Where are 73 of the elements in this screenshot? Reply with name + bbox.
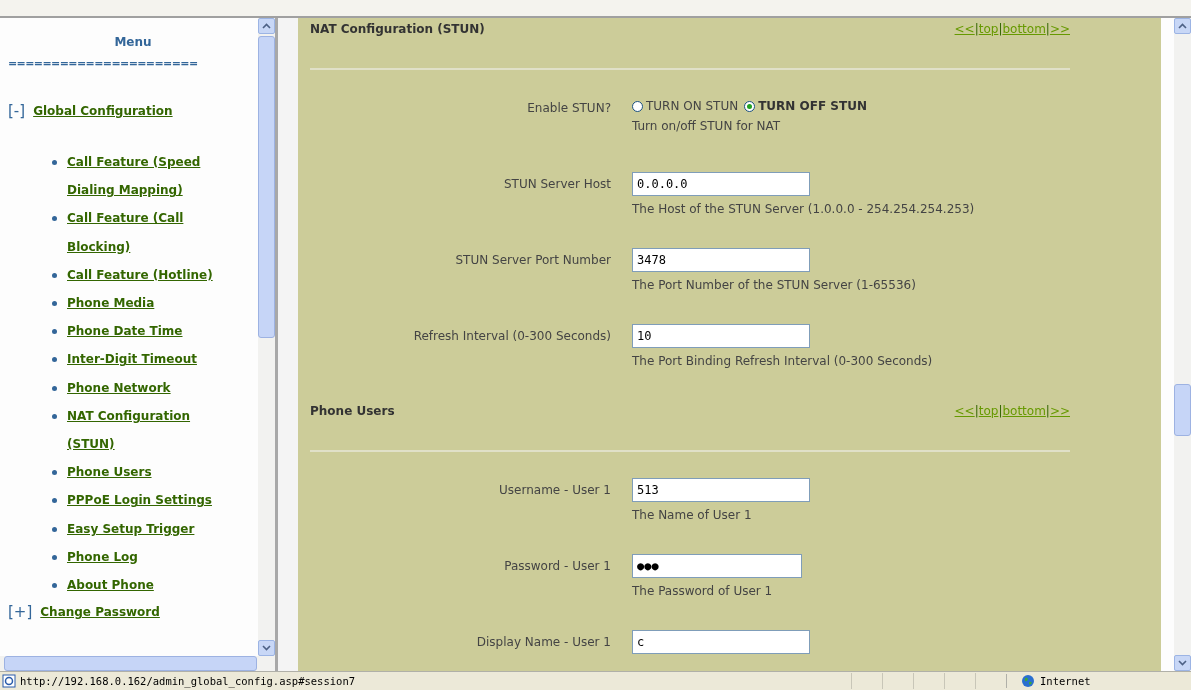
field-help: The Port Binding Refresh Interval (0-300 Seconds) [632,354,934,368]
bullet-icon [52,526,57,532]
field-label: Username - User 1 [498,482,611,499]
menu-link[interactable]: Call Feature (Speed Dialing Mapping) [67,148,227,205]
bullet-icon [52,329,57,335]
bullet-icon [52,216,57,222]
bullet-icon [52,357,57,363]
bullet-icon [52,272,57,278]
toggle-bracket[interactable]: [+] [8,603,33,622]
menu-link[interactable]: Easy Setup Trigger [67,514,227,543]
text-field[interactable]: 513 [632,478,810,502]
bullet-icon [52,498,57,504]
menu-link[interactable]: PPPoE Login Settings [67,486,227,515]
field-help: Turn on/off STUN for NAT [632,119,782,133]
text-field[interactable]: 3478 [632,248,810,272]
menu-link[interactable]: Phone Log [67,542,227,572]
text-field[interactable]: 0.0.0.0 [632,172,810,196]
menu-link[interactable]: Phone Media [67,289,227,318]
toggle-bracket[interactable]: [-] [8,102,26,120]
field-label: STUN Server Host [503,176,611,193]
scroll-down-icon[interactable] [262,645,271,651]
nav-separator: | [974,404,979,418]
status-url: http://192.168.0.162/admin_global_config.asp#session7 [20,675,356,687]
section-title: NAT Configuration (STUN) [310,22,485,36]
menu-divider: ====================== [8,57,199,70]
field-label: Password - User 1 [503,558,611,575]
scroll-up-icon[interactable] [1178,23,1187,29]
radio-option[interactable]: TURN OFF STUN [744,99,867,113]
field-label: Refresh Interval (0-300 Seconds) [412,328,611,345]
scroll-up-icon[interactable] [262,23,271,29]
field-help: The Port Number of the STUN Server (1-65536) [632,278,917,292]
page-icon [2,674,16,688]
nav-separator: | [974,22,979,36]
section-title: Phone Users [310,404,395,418]
field-label: STUN Server Port Number [454,252,611,269]
nav-separator: | [998,22,1003,36]
menu-link[interactable]: Inter-Digit Timeout [67,345,227,374]
menu-link[interactable]: Call Feature (Call Blocking) [67,204,227,261]
menu-link[interactable]: Call Feature (Hotline) [67,260,227,289]
bullet-icon [52,470,57,476]
field-help: The Name of User 1 [632,508,753,522]
bullet-icon [52,301,57,306]
nav-separator: | [998,404,1003,418]
menu-link[interactable]: Phone Date Time [67,317,227,346]
text-field[interactable]: c [632,630,810,654]
bullet-icon [52,160,57,165]
menu-link[interactable]: Phone Network [67,373,227,402]
text-field[interactable]: 10 [632,324,810,348]
status-zone: Internet [1040,675,1091,687]
vertical-scrollbar[interactable] [1174,18,1191,671]
menu-section-link[interactable]: Change Password [40,605,160,620]
password-field[interactable]: ●●● [632,554,802,578]
menu-link[interactable]: About Phone [67,571,227,600]
bullet-icon [52,385,57,391]
field-label: Enable STUN? [526,100,611,117]
globe-icon [1021,674,1035,688]
field-help: The Password of User 1 [632,584,774,598]
menu-link[interactable]: NAT Configuration (STUN) [67,401,227,459]
bullet-icon [52,413,57,419]
field-help: The Host of the STUN Server (1.0.0.0 - 254.254.254.253) [632,202,976,216]
menu-link[interactable]: Phone Users [67,458,227,487]
nav-separator: | [1045,404,1050,418]
bullet-icon [52,583,57,589]
field-label: Display Name - User 1 [475,634,611,651]
scroll-down-icon[interactable] [1178,660,1187,666]
menu-section-link[interactable]: Global Configuration [33,104,173,118]
scrollbar-thumb[interactable] [1174,384,1191,436]
vertical-scrollbar[interactable] [258,18,275,656]
nav-separator: | [1045,22,1050,36]
radio-option[interactable]: TURN ON STUN [632,99,739,113]
bullet-icon [52,554,57,560]
menu-title: Menu [113,35,153,49]
scrollbar-thumb[interactable] [258,36,275,338]
